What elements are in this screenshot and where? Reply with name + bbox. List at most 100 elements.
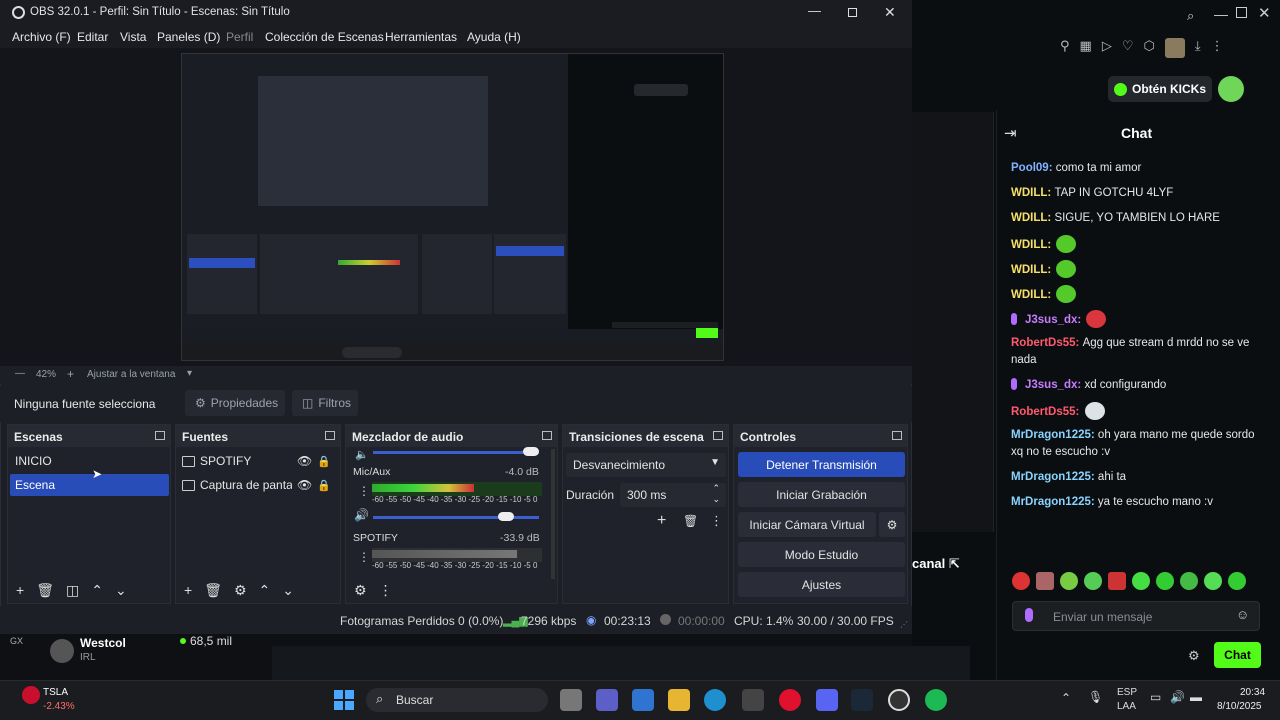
chat-username[interactable]: MrDragon1225:: [1011, 429, 1098, 441]
emote-icon[interactable]: [1012, 572, 1030, 590]
emote-icon[interactable]: [1156, 572, 1174, 590]
emote-icon[interactable]: [1180, 572, 1198, 590]
get-kicks-button[interactable]: Obtén KICKs: [1108, 76, 1212, 102]
stop-streaming-button[interactable]: Detener Transmisión: [738, 452, 905, 477]
minimize-icon[interactable]: —: [808, 3, 821, 18]
emote-icon[interactable]: [1228, 572, 1246, 590]
collapse-chat-icon[interactable]: ⇥: [1004, 124, 1017, 142]
filters-button[interactable]: ◫ Filtros: [292, 390, 358, 416]
mixer-scrollbar[interactable]: [551, 449, 555, 579]
steam-icon[interactable]: [851, 689, 873, 711]
stock-icon[interactable]: [22, 686, 40, 704]
language[interactable]: ESP: [1117, 687, 1137, 698]
eye-icon[interactable]: 👁: [297, 478, 312, 492]
minimize-icon[interactable]: —: [1214, 6, 1228, 22]
menu-icon[interactable]: ⋮: [710, 513, 723, 529]
chat-settings-icon[interactable]: ⚙: [1188, 648, 1200, 664]
explorer-icon[interactable]: [668, 689, 690, 711]
chat-username[interactable]: RobertDs55:: [1011, 337, 1083, 349]
stock-symbol[interactable]: TSLA: [43, 687, 68, 698]
menu-icon[interactable]: ⋮: [1211, 38, 1224, 60]
settings-button[interactable]: Ajustes: [738, 572, 905, 597]
emote-icon[interactable]: [1084, 572, 1102, 590]
duration-spinbox[interactable]: 300 ms ⌃ ⌄: [620, 483, 726, 507]
preview-canvas[interactable]: [181, 53, 724, 361]
up-icon[interactable]: ⌃: [259, 583, 271, 597]
menu-icon[interactable]: ⋮: [358, 550, 370, 564]
emoji-icon[interactable]: ☺: [1236, 607, 1249, 622]
chat-input[interactable]: Enviar un mensaje ☺: [1012, 601, 1260, 631]
grid-icon[interactable]: ▦: [1080, 38, 1092, 60]
chat-username[interactable]: MrDragon1225:: [1011, 496, 1098, 508]
menu-herramientas[interactable]: Herramientas: [385, 30, 457, 44]
store-icon[interactable]: [632, 689, 654, 711]
extension-icon[interactable]: ⬡: [1143, 38, 1154, 60]
heart-icon[interactable]: ♡: [1122, 38, 1134, 60]
chat-username[interactable]: J3sus_dx:: [1025, 379, 1084, 391]
volume-slider-handle[interactable]: [523, 447, 539, 456]
clock-date[interactable]: 8/10/2025: [1217, 701, 1262, 712]
resize-grip-icon[interactable]: ⋰: [900, 620, 908, 629]
spotify-icon[interactable]: [925, 689, 947, 711]
add-icon[interactable]: +: [184, 583, 192, 597]
menu-paneles[interactable]: Paneles (D): [157, 30, 220, 44]
maximize-icon[interactable]: [1236, 7, 1247, 18]
scene-item[interactable]: INICIO: [10, 450, 169, 472]
teams-icon[interactable]: [596, 689, 618, 711]
chat-username[interactable]: WDILL:: [1011, 264, 1054, 276]
chat-username[interactable]: WDILL:: [1011, 289, 1054, 301]
maximize-icon[interactable]: [848, 8, 857, 17]
avatar[interactable]: [1164, 38, 1185, 58]
menu-icon[interactable]: ⋮: [379, 583, 393, 597]
start-virtual-camera-button[interactable]: Iniciar Cámara Virtual: [738, 512, 876, 537]
zoom-out-icon[interactable]: —: [15, 368, 25, 379]
discord-icon[interactable]: [816, 689, 838, 711]
user-avatar[interactable]: [1218, 76, 1244, 102]
volume-slider-handle[interactable]: [498, 512, 514, 521]
volume-slider[interactable]: [373, 451, 539, 454]
emote-icon[interactable]: [1132, 572, 1150, 590]
lock-icon[interactable]: 🔒: [317, 455, 331, 468]
chat-username[interactable]: MrDragon1225:: [1011, 471, 1098, 483]
menu-editar[interactable]: Editar: [77, 30, 108, 44]
properties-button[interactable]: ⚙ Propiedades: [185, 390, 285, 416]
source-item[interactable]: Captura de panta 👁 🔒: [182, 474, 337, 496]
emote-icon[interactable]: [1036, 572, 1054, 590]
down-icon[interactable]: ⌄: [282, 583, 294, 597]
start-recording-button[interactable]: Iniciar Grabación: [738, 482, 905, 507]
gear-icon[interactable]: ⚙: [234, 583, 247, 597]
stepper-icon[interactable]: ⌃ ⌄: [712, 483, 720, 505]
popout-icon[interactable]: [325, 431, 335, 440]
menu-icon[interactable]: ⋮: [358, 484, 370, 498]
speaker-icon[interactable]: 🔊: [354, 508, 369, 522]
source-item[interactable]: SPOTIFY 👁 🔒: [182, 450, 337, 472]
chat-username[interactable]: J3sus_dx:: [1025, 314, 1084, 326]
menu-vista[interactable]: Vista: [120, 30, 146, 44]
transition-select[interactable]: Desvanecimiento ▼: [566, 453, 726, 477]
studio-mode-button[interactable]: Modo Estudio: [738, 542, 905, 567]
battery-icon[interactable]: ▬: [1190, 690, 1202, 704]
pin-icon[interactable]: ⚲: [1060, 38, 1070, 60]
lock-icon[interactable]: 🔒: [317, 479, 331, 492]
emote-icon[interactable]: [1108, 572, 1126, 590]
menu-perfil[interactable]: Perfil: [226, 30, 253, 44]
trash-icon[interactable]: 🗑: [683, 514, 698, 528]
volume-icon[interactable]: 🔊: [1170, 690, 1185, 704]
emote-icon[interactable]: [1204, 572, 1222, 590]
gear-icon[interactable]: ⚙: [354, 583, 367, 597]
menu-ayuda[interactable]: Ayuda (H): [467, 30, 521, 44]
search-icon[interactable]: ⌕: [1187, 8, 1194, 24]
virtual-camera-settings-button[interactable]: ⚙: [879, 512, 905, 537]
popout-icon[interactable]: [542, 431, 552, 440]
scene-item-selected[interactable]: Escena: [10, 474, 169, 496]
speaker-icon[interactable]: 🔈: [355, 448, 373, 461]
play-icon[interactable]: ▷: [1102, 38, 1112, 60]
opera-gx-icon[interactable]: [779, 689, 801, 711]
clock-time[interactable]: 20:34: [1240, 687, 1265, 698]
chat-username[interactable]: WDILL:: [1011, 239, 1054, 251]
chat-username[interactable]: Pool09:: [1011, 162, 1056, 174]
filter-icon[interactable]: ◫: [66, 583, 79, 597]
chevron-down-icon[interactable]: ▾: [187, 368, 192, 379]
obs-taskbar-icon[interactable]: [888, 689, 910, 711]
add-icon[interactable]: +: [657, 512, 666, 530]
